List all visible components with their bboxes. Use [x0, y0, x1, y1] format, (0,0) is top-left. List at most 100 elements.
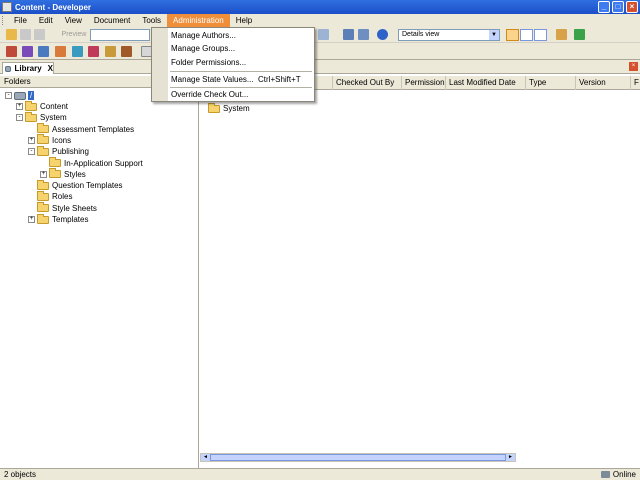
menu-item-manage-groups[interactable]: Manage Groups...	[168, 42, 314, 55]
tree-item[interactable]: Roles	[28, 190, 73, 202]
close-button[interactable]: ×	[626, 1, 638, 13]
open-icon[interactable]	[6, 29, 17, 40]
new-topic-icon[interactable]	[55, 46, 66, 57]
folder-icon	[37, 145, 49, 156]
new-document-icon[interactable]	[6, 46, 17, 57]
tree-root[interactable]: - /	[5, 90, 35, 101]
collapse-icon[interactable]: -	[28, 148, 35, 156]
menu-help[interactable]: Help	[230, 14, 258, 27]
tree-item-label: Styles	[64, 169, 86, 179]
publish-icon[interactable]	[105, 46, 116, 57]
tree-item[interactable]: + Styles	[40, 168, 86, 180]
menu-item-manage-state-values[interactable]: Manage State Values... Ctrl+Shift+T	[168, 73, 314, 86]
connection-status: Online	[612, 470, 636, 479]
scroll-right-icon[interactable]: ►	[506, 454, 515, 461]
horizontal-scrollbar[interactable]: ◄ ►	[200, 453, 516, 462]
tree-item-label: In-Application Support	[64, 158, 143, 168]
expand-icon[interactable]: +	[40, 170, 47, 178]
title-bar: Content - Developer _ □ ×	[0, 0, 640, 14]
tree-item[interactable]: - System	[16, 111, 67, 123]
menu-item-shortcut: Ctrl+Shift+T	[258, 75, 301, 84]
new-section-icon[interactable]	[38, 46, 49, 57]
tree-item[interactable]: Style Sheets	[28, 202, 97, 214]
folder-icon	[37, 123, 49, 134]
nav-icon[interactable]	[318, 29, 329, 40]
tree-item[interactable]: - Publishing	[28, 145, 89, 157]
tree-item-label: Publishing	[52, 147, 89, 157]
library-root-icon	[14, 91, 26, 100]
online-icon	[600, 471, 610, 478]
folder-icon	[37, 134, 49, 145]
column-type[interactable]: Type	[526, 76, 576, 90]
menu-item-manage-authors[interactable]: Manage Authors...	[168, 29, 314, 42]
list-item-label: System	[223, 104, 250, 113]
expand-icon[interactable]: +	[28, 216, 35, 223]
menu-document[interactable]: Document	[88, 14, 136, 27]
import-icon[interactable]	[121, 46, 132, 57]
new-web-page-icon[interactable]	[72, 46, 83, 57]
export-icon[interactable]	[556, 29, 567, 40]
folders-pane: Folders - / + Content - System Assessment Te…	[0, 76, 199, 468]
menu-item-label: Override Check Out...	[171, 90, 249, 99]
tree-item[interactable]: In-Application Support	[40, 157, 143, 169]
menu-file[interactable]: File	[8, 14, 33, 27]
menu-item-override-check-out[interactable]: Override Check Out...	[168, 88, 314, 101]
menu-tools[interactable]: Tools	[136, 14, 167, 27]
menu-edit[interactable]: Edit	[33, 14, 59, 27]
split-view-button[interactable]	[534, 29, 547, 41]
tab-library-label: Library	[14, 64, 42, 73]
help-icon[interactable]	[377, 29, 388, 40]
print-icon[interactable]	[34, 29, 45, 40]
tree-item[interactable]: + Templates	[28, 213, 88, 225]
menu-item-label: Manage Authors...	[171, 31, 236, 40]
list-view-button[interactable]	[520, 29, 533, 41]
minimize-button[interactable]: _	[598, 1, 610, 13]
tree-item[interactable]: Assessment Templates	[28, 123, 134, 135]
menu-administration[interactable]: Administration	[167, 14, 230, 27]
folder-icon	[37, 213, 49, 224]
save-icon[interactable]	[20, 29, 31, 40]
record-icon[interactable]	[88, 46, 99, 57]
expand-icon[interactable]: +	[16, 103, 23, 110]
tree-item-label: Roles	[52, 192, 73, 202]
list-item[interactable]: System	[208, 102, 250, 114]
tree-item[interactable]: + Content	[16, 100, 68, 112]
object-count: 2 objects	[4, 470, 37, 479]
scroll-thumb[interactable]	[210, 454, 506, 461]
spell-check-icon[interactable]	[358, 29, 369, 40]
column-version[interactable]: Version	[576, 76, 631, 90]
refresh-icon[interactable]	[574, 29, 585, 40]
tree-item[interactable]: + Icons	[28, 134, 71, 146]
app-icon	[2, 2, 12, 12]
menu-view[interactable]: View	[59, 14, 88, 27]
preview-button[interactable]: Preview	[60, 29, 88, 41]
folder-icon	[49, 168, 61, 179]
maximize-button[interactable]: □	[612, 1, 624, 13]
administration-menu: Manage Authors... Manage Groups... Folde…	[151, 27, 315, 102]
tree-item-label: System	[40, 113, 67, 123]
find-icon[interactable]	[343, 29, 354, 40]
folder-icon	[25, 100, 37, 111]
collapse-icon[interactable]: -	[5, 92, 12, 99]
column-last-modified-date[interactable]: Last Modified Date	[446, 76, 526, 90]
tab-close-icon[interactable]: X	[48, 63, 53, 74]
chevron-down-icon[interactable]: ▼	[489, 30, 499, 40]
close-pane-icon[interactable]: ×	[629, 62, 638, 71]
tab-strip: Library X ×	[0, 60, 640, 74]
tree-item-label: Question Templates	[52, 181, 123, 191]
view-select-value: Details view	[402, 31, 440, 38]
view-select[interactable]: Details view ▼	[398, 29, 500, 41]
menu-item-folder-permissions[interactable]: Folder Permissions...	[168, 56, 314, 69]
scroll-left-icon[interactable]: ◄	[201, 454, 210, 461]
collapse-icon[interactable]: -	[16, 114, 23, 122]
expand-icon[interactable]: +	[28, 136, 35, 144]
column-f[interactable]: F	[631, 76, 640, 90]
tree-item[interactable]: Question Templates	[28, 179, 123, 191]
folder-icon	[49, 157, 61, 167]
column-checked-out-by[interactable]: Checked Out By	[333, 76, 402, 90]
tab-library[interactable]: Library X	[2, 62, 54, 74]
details-view-button[interactable]	[506, 29, 519, 41]
column-permission[interactable]: Permission	[402, 76, 446, 90]
toolbar-input[interactable]	[90, 29, 150, 41]
new-module-icon[interactable]	[22, 46, 33, 57]
